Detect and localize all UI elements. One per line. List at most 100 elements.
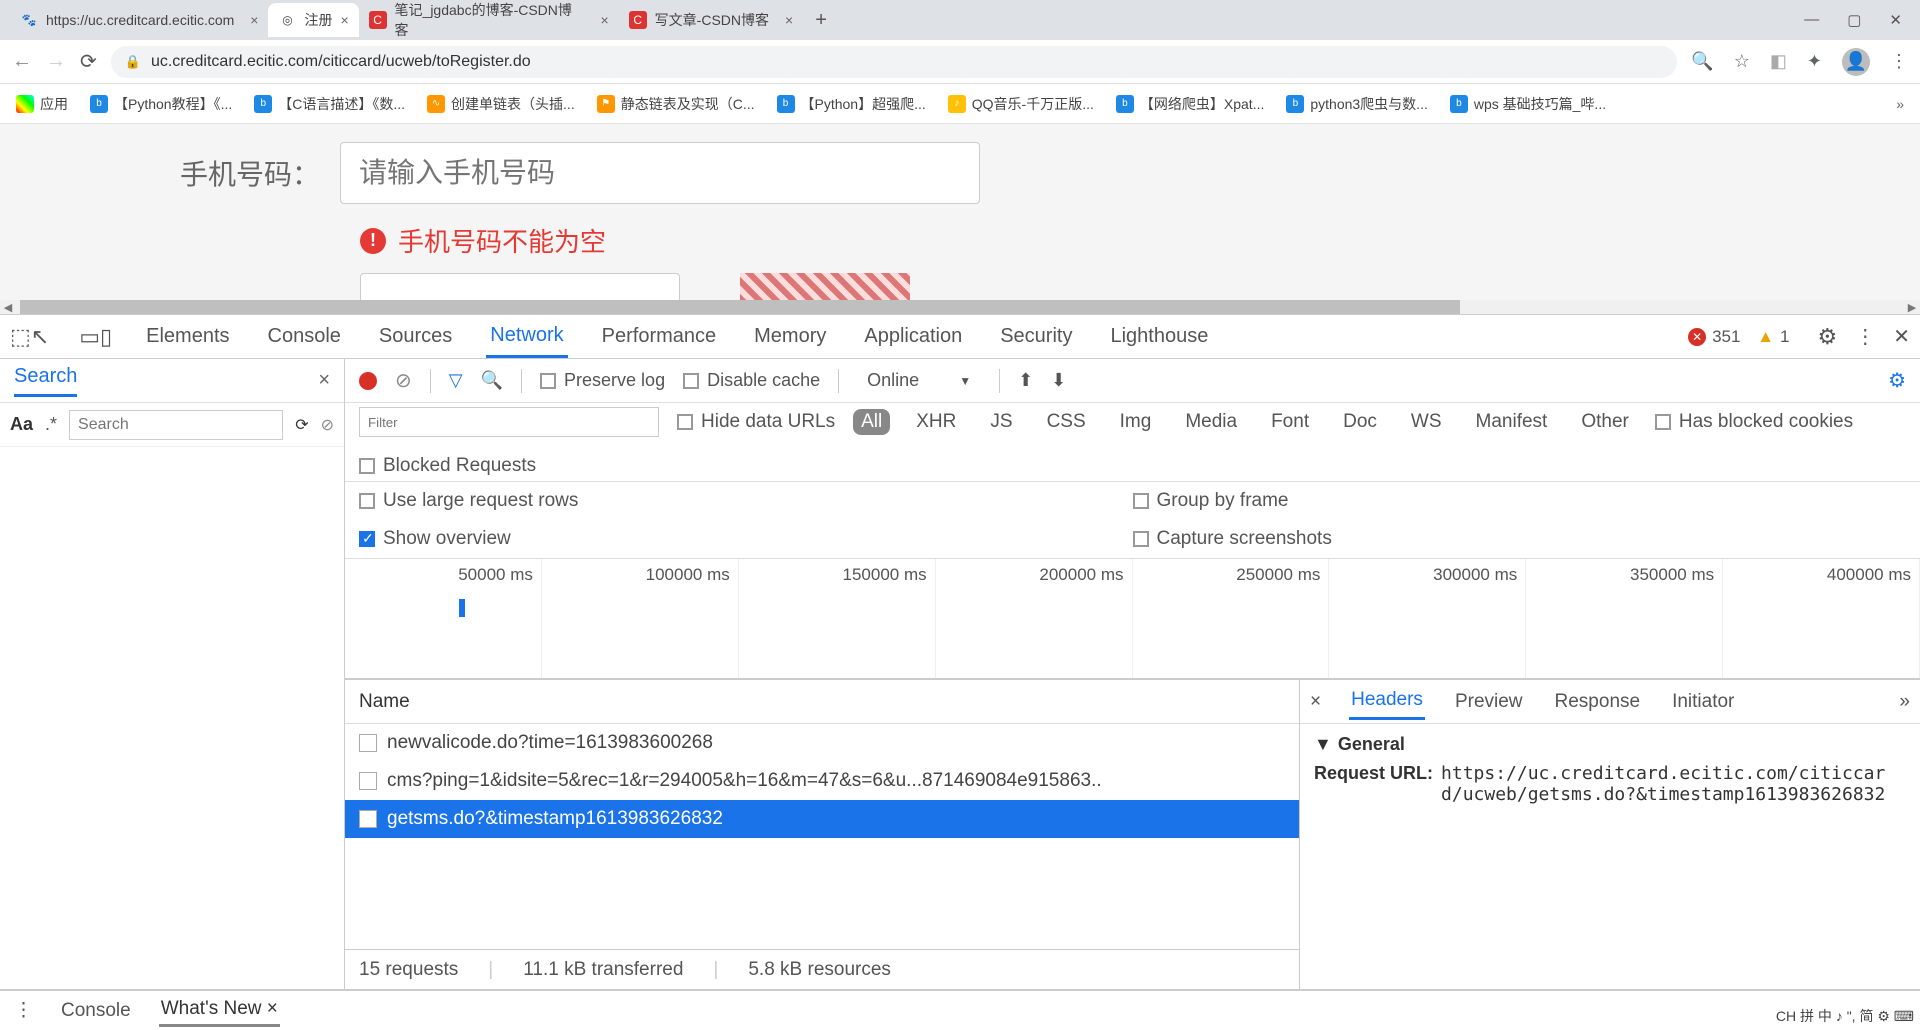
menu-icon[interactable]: ⋮ bbox=[1890, 51, 1908, 72]
overflow-icon[interactable]: » bbox=[1899, 691, 1910, 713]
tab-headers[interactable]: Headers bbox=[1349, 683, 1425, 720]
star-icon[interactable]: ☆ bbox=[1734, 51, 1750, 72]
bookmark-item[interactable]: ∿创建单链表（头插... bbox=[427, 94, 575, 114]
clear-icon[interactable]: ⊘ bbox=[321, 415, 334, 435]
record-icon[interactable] bbox=[359, 372, 377, 390]
filter-img[interactable]: Img bbox=[1112, 409, 1160, 435]
bookmark-item[interactable]: b【Python教程】《... bbox=[90, 94, 232, 114]
blocked-cookies-checkbox[interactable]: Has blocked cookies bbox=[1655, 411, 1853, 433]
clear-icon[interactable]: ⊘ bbox=[395, 368, 412, 393]
browser-tab[interactable]: C笔记_jgdabc的博客-CSDN博客× bbox=[359, 3, 619, 37]
extensions-icon[interactable]: ✦ bbox=[1807, 51, 1822, 72]
ime-status-bar[interactable]: CH 拼 中 ♪ ", 简 ⚙ ⌨ bbox=[1776, 1006, 1914, 1026]
extension-icon[interactable]: ◧ bbox=[1770, 51, 1787, 72]
filter-js[interactable]: JS bbox=[982, 409, 1020, 435]
devtools-close-icon[interactable]: ✕ bbox=[1893, 324, 1910, 349]
request-row[interactable]: getsms.do?&timestamp1613983626832 bbox=[345, 800, 1299, 838]
request-row[interactable]: cms?ping=1&idsite=5&rec=1&r=294005&h=16&… bbox=[345, 762, 1299, 800]
match-case-icon[interactable]: Aa bbox=[10, 414, 33, 435]
hide-data-urls-checkbox[interactable]: Hide data URLs bbox=[677, 411, 835, 433]
tab-security[interactable]: Security bbox=[996, 317, 1076, 356]
search-icon[interactable]: 🔍 bbox=[481, 370, 503, 391]
minimize-icon[interactable]: — bbox=[1804, 11, 1819, 29]
browser-tab[interactable]: C写文章-CSDN博客× bbox=[619, 3, 804, 37]
show-overview-checkbox[interactable]: Show overview bbox=[359, 528, 1133, 550]
filter-font[interactable]: Font bbox=[1263, 409, 1317, 435]
request-row[interactable]: newvalicode.do?time=1613983600268 bbox=[345, 724, 1299, 762]
bookmark-item[interactable]: bwps 基础技巧篇_哔... bbox=[1450, 94, 1606, 114]
filter-input[interactable] bbox=[359, 407, 659, 437]
tab-network[interactable]: Network bbox=[486, 316, 567, 358]
search-input[interactable] bbox=[69, 410, 283, 440]
throttling-select[interactable]: Online▼ bbox=[857, 370, 981, 391]
close-window-icon[interactable]: ✕ bbox=[1889, 11, 1902, 29]
scroll-right-icon[interactable]: ▶ bbox=[1904, 300, 1920, 314]
tab-response[interactable]: Response bbox=[1553, 685, 1643, 719]
browser-tab[interactable]: 🐾https://uc.creditcard.ecitic.com× bbox=[10, 3, 268, 37]
tab-performance[interactable]: Performance bbox=[598, 317, 721, 356]
gear-icon[interactable]: ⚙ bbox=[1818, 324, 1838, 350]
reload-icon[interactable]: ⟳ bbox=[80, 49, 97, 74]
tab-memory[interactable]: Memory bbox=[750, 317, 830, 356]
large-rows-checkbox[interactable]: Use large request rows bbox=[359, 490, 1133, 512]
name-column-header[interactable]: Name bbox=[345, 680, 1299, 724]
kebab-icon[interactable]: ⋮ bbox=[1855, 324, 1875, 349]
filter-ws[interactable]: WS bbox=[1403, 409, 1450, 435]
omnibox[interactable]: 🔒 uc.creditcard.ecitic.com/citiccard/ucw… bbox=[111, 46, 1678, 78]
new-tab-button[interactable]: + bbox=[803, 9, 839, 32]
disable-cache-checkbox[interactable]: Disable cache bbox=[683, 370, 820, 391]
preserve-log-checkbox[interactable]: Preserve log bbox=[540, 370, 665, 391]
drawer-tab-console[interactable]: Console bbox=[59, 996, 133, 1026]
kebab-icon[interactable]: ⋮ bbox=[14, 999, 33, 1022]
close-icon[interactable]: × bbox=[1310, 691, 1321, 713]
filter-doc[interactable]: Doc bbox=[1335, 409, 1385, 435]
bookmark-item[interactable]: ♪QQ音乐-千万正版... bbox=[948, 94, 1094, 114]
bookmark-item[interactable]: b【网络爬虫】Xpat... bbox=[1116, 94, 1264, 114]
bookmark-item[interactable]: ⚑静态链表及实现（C... bbox=[597, 94, 755, 114]
screenshots-checkbox[interactable]: Capture screenshots bbox=[1133, 528, 1907, 550]
upload-icon[interactable]: ⬆ bbox=[1018, 370, 1033, 391]
phone-input[interactable] bbox=[340, 142, 980, 204]
bookmark-item[interactable]: bpython3爬虫与数... bbox=[1286, 94, 1428, 114]
filter-css[interactable]: CSS bbox=[1039, 409, 1094, 435]
blocked-requests-checkbox[interactable]: Blocked Requests bbox=[359, 455, 1906, 477]
drawer-tab-whatsnew[interactable]: What's New × bbox=[159, 994, 280, 1027]
tab-initiator[interactable]: Initiator bbox=[1670, 685, 1736, 719]
inspect-icon[interactable]: ⬚↖ bbox=[10, 324, 49, 350]
regex-icon[interactable]: .* bbox=[45, 414, 57, 435]
close-icon[interactable]: × bbox=[250, 12, 258, 28]
error-count-badge[interactable]: ✕351 ▲1 bbox=[1678, 325, 1799, 349]
close-icon[interactable]: × bbox=[785, 12, 793, 28]
device-icon[interactable]: ▭▯ bbox=[79, 324, 112, 350]
close-icon[interactable]: × bbox=[340, 12, 348, 28]
close-icon[interactable]: × bbox=[267, 998, 278, 1019]
filter-manifest[interactable]: Manifest bbox=[1468, 409, 1556, 435]
scroll-thumb[interactable] bbox=[20, 300, 1460, 314]
filter-all[interactable]: All bbox=[853, 409, 890, 435]
general-section[interactable]: ▼General bbox=[1314, 734, 1906, 755]
refresh-icon[interactable]: ⟳ bbox=[295, 415, 308, 435]
bookmark-item[interactable]: b【Python】超强爬... bbox=[777, 94, 926, 114]
profile-avatar[interactable]: 👤 bbox=[1842, 48, 1870, 76]
forward-icon[interactable]: → bbox=[46, 50, 66, 73]
zoom-icon[interactable]: 🔍 bbox=[1691, 51, 1713, 72]
tab-application[interactable]: Application bbox=[860, 317, 966, 356]
gear-icon[interactable]: ⚙ bbox=[1888, 368, 1906, 393]
tab-console[interactable]: Console bbox=[264, 317, 345, 356]
tab-sources[interactable]: Sources bbox=[375, 317, 456, 356]
filter-icon[interactable]: ▽ bbox=[449, 370, 463, 391]
filter-xhr[interactable]: XHR bbox=[908, 409, 964, 435]
tab-preview[interactable]: Preview bbox=[1453, 685, 1525, 719]
group-frame-checkbox[interactable]: Group by frame bbox=[1133, 490, 1907, 512]
overflow-icon[interactable]: » bbox=[1896, 96, 1904, 112]
apps-button[interactable]: 应用 bbox=[16, 94, 68, 114]
maximize-icon[interactable]: ▢ bbox=[1847, 11, 1861, 29]
bookmark-item[interactable]: b【C语言描述】《数... bbox=[254, 94, 405, 114]
horizontal-scrollbar[interactable]: ◀ ▶ bbox=[0, 300, 1920, 314]
filter-media[interactable]: Media bbox=[1177, 409, 1245, 435]
browser-tab[interactable]: ◎注册× bbox=[268, 3, 358, 37]
close-icon[interactable]: × bbox=[600, 12, 608, 28]
back-icon[interactable]: ← bbox=[12, 50, 32, 73]
tab-lighthouse[interactable]: Lighthouse bbox=[1106, 317, 1212, 356]
filter-other[interactable]: Other bbox=[1573, 409, 1637, 435]
